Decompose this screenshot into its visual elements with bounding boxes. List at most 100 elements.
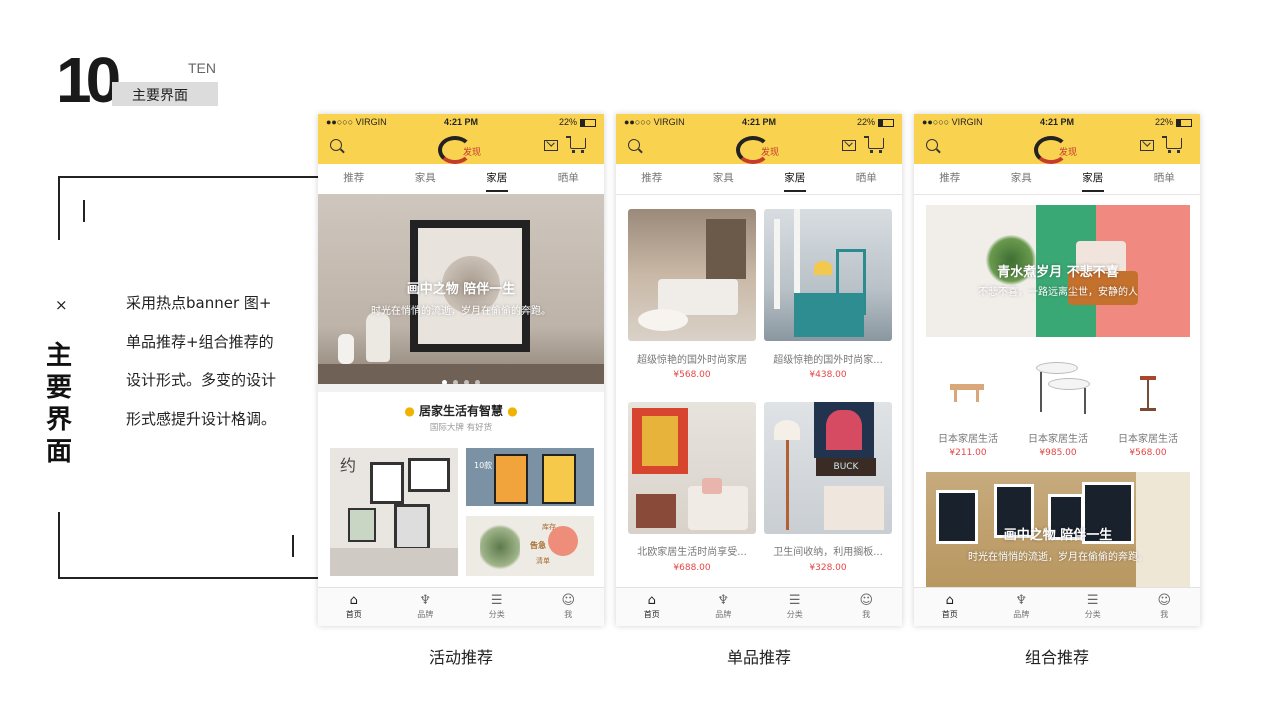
- nav-home[interactable]: ⌂ 首页: [616, 588, 688, 626]
- cart-icon[interactable]: [566, 136, 586, 153]
- tab-home[interactable]: 家居: [1057, 164, 1129, 194]
- tab-home[interactable]: 家居: [461, 164, 533, 194]
- x-mark: ×: [55, 296, 68, 314]
- nav-me[interactable]: ☺ 我: [533, 588, 605, 626]
- section-subheading: 国际大牌 有好货: [429, 423, 493, 433]
- user-icon: ☺: [561, 593, 576, 608]
- section-number: 10: [56, 44, 121, 116]
- app-header: 发现: [914, 130, 1200, 164]
- combo-banner[interactable]: 青水煮岁月 不悲不喜 不悲不喜，一路远离尘世，安静的人: [926, 205, 1190, 337]
- nav-home[interactable]: ⌂ 首页: [914, 588, 986, 626]
- nav-brand[interactable]: ♆ 品牌: [986, 588, 1058, 626]
- user-icon: ☺: [1157, 593, 1172, 608]
- tab-recommend[interactable]: 推荐: [318, 164, 390, 194]
- product-image[interactable]: [764, 209, 892, 341]
- tab-showcase[interactable]: 晒单: [533, 164, 605, 194]
- tab-furniture[interactable]: 家具: [390, 164, 462, 194]
- banner-title: 画中之物 陪伴一生: [406, 282, 516, 297]
- home-icon: ⌂: [647, 593, 656, 608]
- product-price: ¥438.00: [809, 370, 847, 380]
- bottom-nav: ⌂ 首页 ♆ 品牌 ☰ 分类 ☺ 我: [914, 587, 1200, 626]
- nav-me[interactable]: ☺ 我: [1129, 588, 1201, 626]
- phone-screen-single-product: ●●○○○ VIRGIN 4:21 PM 22% 发现 推荐 家具 家居 晒单 …: [616, 114, 902, 626]
- product-name[interactable]: 北欧家居生活时尚享受...: [628, 543, 756, 558]
- product-name[interactable]: 日本家居生活: [928, 430, 1008, 445]
- nav-me[interactable]: ☺ 我: [831, 588, 903, 626]
- nav-category[interactable]: ☰ 分类: [461, 588, 533, 626]
- nav-category[interactable]: ☰ 分类: [759, 588, 831, 626]
- status-bar: ●●○○○ VIRGIN 4:21 PM 22%: [914, 114, 1200, 130]
- product-name[interactable]: 日本家居生活: [1018, 430, 1098, 445]
- product-image[interactable]: [628, 402, 756, 534]
- tab-recommend[interactable]: 推荐: [616, 164, 688, 194]
- phone-screen-combo: ●●○○○ VIRGIN 4:21 PM 22% 发现 推荐 家具 家居 晒单 …: [914, 114, 1200, 626]
- message-icon[interactable]: [842, 140, 856, 151]
- tab-recommend[interactable]: 推荐: [914, 164, 986, 194]
- battery-icon: [580, 118, 596, 127]
- status-bar: ●●○○○ VIRGIN 4:21 PM 22%: [616, 114, 902, 130]
- divider: [318, 384, 604, 392]
- tab-showcase[interactable]: 晒单: [831, 164, 903, 194]
- brand-icon: ♆: [717, 593, 730, 608]
- section-heading: 居家生活有智慧: [418, 404, 503, 418]
- nav-brand[interactable]: ♆ 品牌: [390, 588, 462, 626]
- carousel-dots[interactable]: [318, 370, 604, 384]
- card-gallery-wall[interactable]: 约: [330, 448, 458, 576]
- home-icon: ⌂: [945, 593, 954, 608]
- card-plants[interactable]: 库存 告急 清单: [466, 516, 594, 576]
- product-image[interactable]: BUCK: [764, 402, 892, 534]
- product-image[interactable]: [1018, 358, 1098, 418]
- vertical-title: 主要界面: [46, 341, 73, 467]
- hero-banner[interactable]: 画中之物 陪伴一生 时光在悄悄的流逝，岁月在偷偷的奔跑。: [318, 194, 604, 384]
- search-icon[interactable]: [926, 139, 938, 151]
- description: 采用热点banner 图+ 单品推荐+组合推荐的设计形式。多变的设计形式感提升设…: [126, 294, 277, 428]
- category-icon: ☰: [788, 593, 801, 608]
- cart-icon[interactable]: [1162, 136, 1182, 153]
- product-name[interactable]: 日本家居生活: [1108, 430, 1188, 445]
- search-icon[interactable]: [628, 139, 640, 151]
- buck-sign: BUCK: [816, 458, 876, 476]
- user-icon: ☺: [859, 593, 874, 608]
- category-tabs: 推荐 家具 家居 晒单: [616, 164, 902, 195]
- message-icon[interactable]: [544, 140, 558, 151]
- category-tabs: 推荐 家具 家居 晒单: [914, 164, 1200, 195]
- bottom-nav: ⌂ 首页 ♆ 品牌 ☰ 分类 ☺ 我: [616, 587, 902, 626]
- tab-furniture[interactable]: 家具: [986, 164, 1058, 194]
- app-header: 发现: [318, 130, 604, 164]
- cart-icon[interactable]: [864, 136, 884, 153]
- nav-home[interactable]: ⌂ 首页: [318, 588, 390, 626]
- home-icon: ⌂: [349, 593, 358, 608]
- battery-indicator: 22%: [1155, 117, 1192, 127]
- category-icon: ☰: [490, 593, 503, 608]
- app-logo: 发现: [436, 134, 486, 164]
- nav-brand[interactable]: ♆ 品牌: [688, 588, 760, 626]
- combo-banner-2[interactable]: 画中之物 陪伴一生 时光在悄悄的流逝，岁月在偷偷的奔跑。: [926, 472, 1190, 588]
- tab-home[interactable]: 家居: [759, 164, 831, 194]
- frame-tick: [83, 200, 85, 222]
- product-image[interactable]: [628, 209, 756, 341]
- banner-subtitle: 时光在悄悄的流逝，岁月在偷偷的奔跑。: [371, 306, 551, 317]
- vase: [366, 312, 390, 362]
- status-bar: ●●○○○ VIRGIN 4:21 PM 22%: [318, 114, 604, 130]
- product-image[interactable]: [1108, 358, 1188, 418]
- product-name[interactable]: 超级惊艳的国外时尚家...: [764, 351, 892, 366]
- card-posters[interactable]: 10款: [466, 448, 594, 506]
- product-price: ¥568.00: [673, 370, 711, 380]
- tab-showcase[interactable]: 晒单: [1129, 164, 1201, 194]
- phone-screen-activity: ●●○○○ VIRGIN 4:21 PM 22% 发现 推荐 家具 家居 晒单 …: [318, 114, 604, 626]
- section-number-word: TEN: [188, 60, 216, 76]
- product-image[interactable]: [928, 358, 1008, 418]
- product-name[interactable]: 超级惊艳的国外时尚家居: [628, 351, 756, 366]
- brand-icon: ♆: [419, 593, 432, 608]
- vase: [338, 334, 354, 364]
- banner-subtitle: 时光在悄悄的流逝，岁月在偷偷的奔跑。: [968, 552, 1148, 563]
- brand-icon: ♆: [1015, 593, 1028, 608]
- message-icon[interactable]: [1140, 140, 1154, 151]
- frame-line: [58, 577, 320, 579]
- search-icon[interactable]: [330, 139, 342, 151]
- tab-furniture[interactable]: 家具: [688, 164, 760, 194]
- frame-line: [58, 512, 60, 578]
- nav-category[interactable]: ☰ 分类: [1057, 588, 1129, 626]
- product-name[interactable]: 卫生间收纳，利用搁板...: [764, 543, 892, 558]
- app-header: 发现: [616, 130, 902, 164]
